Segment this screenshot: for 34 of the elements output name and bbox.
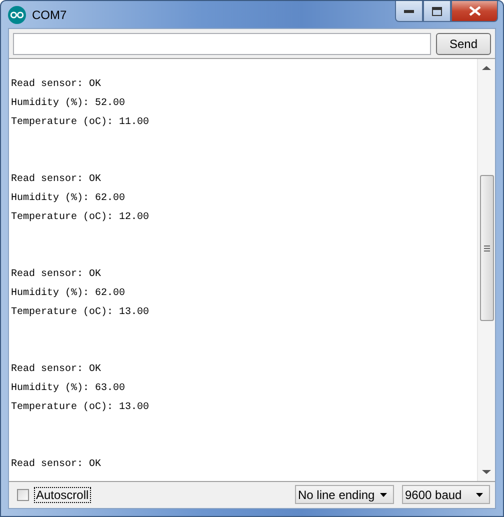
close-button[interactable]: [451, 1, 498, 22]
scroll-down-icon[interactable]: [482, 469, 491, 475]
caret-icon: [380, 492, 387, 496]
minimize-button[interactable]: [395, 1, 423, 22]
output-line: Humidity (%): 63.00: [11, 382, 126, 396]
output-line: Read sensor: OK: [11, 362, 102, 377]
caret-icon: [476, 492, 483, 496]
output-line: Temperature (oC): 13.00: [11, 400, 150, 415]
infinity-logo-icon: [8, 6, 26, 24]
scroll-thumb[interactable]: [480, 175, 494, 321]
autoscroll-label[interactable]: Autoscroll: [34, 486, 91, 502]
output-line: Read sensor: OK: [11, 458, 102, 472]
output-line: Temperature (oC): 11.00: [11, 116, 150, 130]
output-line: Read sensor: OK: [11, 172, 102, 187]
output-line: Humidity (%): 62.00: [11, 192, 126, 206]
line-ending-dropdown[interactable]: No line ending: [295, 485, 394, 504]
minimize-icon: [404, 9, 414, 13]
scroll-up-icon[interactable]: [482, 65, 491, 71]
baud-rate-dropdown[interactable]: 9600 baud: [402, 485, 490, 504]
output-line: Temperature (oC): 13.00: [11, 306, 150, 320]
output-line: Temperature (oC): 12.00: [11, 210, 150, 225]
scrollbar[interactable]: [477, 59, 495, 481]
output-line: Humidity (%): 62.00: [11, 286, 126, 301]
output-line: Read sensor: OK: [11, 268, 102, 282]
window-title: COM7: [32, 8, 67, 22]
maximize-button[interactable]: [423, 1, 451, 22]
output-line: Humidity (%): 52.00: [11, 96, 126, 111]
grip-icon: [484, 244, 490, 252]
checkbox[interactable]: [17, 488, 29, 500]
maximize-icon: [432, 6, 442, 16]
input-field[interactable]: [13, 33, 431, 55]
close-icon: [468, 6, 480, 16]
output-line: Read sensor: OK: [11, 78, 102, 92]
send-button[interactable]: Send: [436, 33, 491, 55]
